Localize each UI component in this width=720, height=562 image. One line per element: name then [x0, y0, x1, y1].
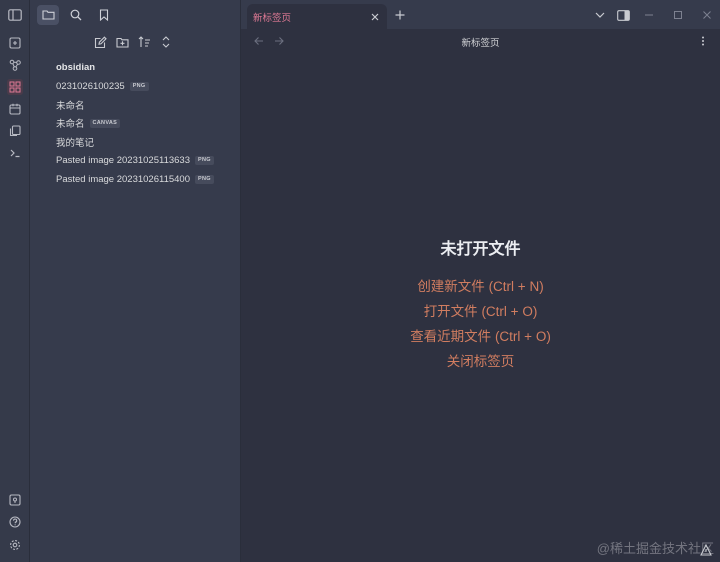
new-tab-button[interactable]: [393, 8, 407, 22]
maximize-icon[interactable]: [671, 8, 685, 22]
file-actions-bar: [92, 34, 174, 52]
close-icon[interactable]: [369, 11, 381, 23]
file-item[interactable]: 我的笔记: [56, 133, 236, 152]
status-triangle-icon[interactable]: [700, 544, 712, 556]
settings-icon[interactable]: [7, 537, 23, 553]
more-options-icon[interactable]: [698, 35, 708, 47]
chevron-down-icon[interactable]: [593, 8, 607, 22]
folder-icon[interactable]: [37, 4, 59, 25]
vault-icon[interactable]: [7, 492, 23, 508]
tab-new-tab[interactable]: 新标签页: [247, 4, 387, 29]
daily-note-icon[interactable]: [7, 101, 23, 117]
new-folder-icon[interactable]: [114, 34, 130, 50]
file-name: 未命名: [56, 100, 85, 112]
file-type-badge: CANVAS: [89, 118, 121, 128]
create-new-file-link[interactable]: 创建新文件 (Ctrl + N): [241, 274, 720, 299]
graph-view-icon[interactable]: [7, 57, 23, 73]
collapse-icon[interactable]: [158, 34, 174, 50]
tab-bar: 新标签页: [241, 0, 720, 29]
file-name: 未命名: [56, 119, 85, 131]
file-name: Pasted image 20231025113633: [56, 155, 190, 167]
minimize-icon[interactable]: [642, 8, 656, 22]
canvas-icon[interactable]: [7, 79, 23, 95]
file-item[interactable]: Pasted image 20231025113633 PNG: [56, 151, 236, 170]
close-window-icon[interactable]: [700, 8, 714, 22]
search-icon[interactable]: [65, 5, 87, 25]
watermark: @稀土掘金技术社区: [596, 541, 714, 556]
file-tree: obsidian 0231026100235 PNG 未命名 未命名 CANVA…: [56, 58, 236, 189]
file-type-badge: PNG: [195, 156, 214, 166]
recent-files-link[interactable]: 查看近期文件 (Ctrl + O): [241, 324, 720, 349]
file-name: 我的笔记: [56, 138, 95, 150]
tab-title: 新标签页: [253, 12, 292, 24]
help-icon[interactable]: [7, 514, 23, 530]
file-type-badge: PNG: [195, 174, 214, 184]
view-title: 新标签页: [461, 38, 500, 49]
file-item[interactable]: 0231026100235 PNG: [56, 77, 236, 96]
sidebar-toggle-icon[interactable]: [7, 7, 23, 23]
vault-name-label: obsidian: [56, 61, 96, 73]
file-item[interactable]: 未命名: [56, 95, 236, 114]
plus-icon: [395, 10, 405, 20]
view-header: 新标签页: [241, 29, 720, 53]
file-name: Pasted image 20231026115400: [56, 173, 190, 185]
command-palette-icon[interactable]: [7, 145, 23, 161]
vault-name[interactable]: obsidian: [56, 58, 236, 77]
main-content: 新标签页 未打开文件 创建新文件 (Ctrl + N) 打开文件 (Ctrl +…: [241, 29, 720, 562]
sidebar-right-toggle-icon[interactable]: [616, 8, 630, 22]
file-item[interactable]: 未命名 CANVAS: [56, 114, 236, 133]
empty-state-title: 未打开文件: [440, 241, 521, 258]
bookmark-icon[interactable]: [93, 5, 115, 25]
left-ribbon: [0, 0, 30, 562]
sort-icon[interactable]: [136, 34, 152, 50]
file-item[interactable]: Pasted image 20231026115400 PNG: [56, 170, 236, 189]
sidebar-tabs: [30, 0, 241, 29]
file-name: 0231026100235: [56, 80, 125, 92]
new-note-icon[interactable]: [92, 34, 108, 50]
file-type-badge: PNG: [129, 81, 149, 91]
open-quick-switcher-icon[interactable]: [7, 35, 23, 51]
templates-icon[interactable]: [7, 123, 23, 139]
close-tab-link[interactable]: 关闭标签页: [241, 349, 720, 374]
open-file-link[interactable]: 打开文件 (Ctrl + O): [241, 299, 720, 324]
empty-state-actions: 创建新文件 (Ctrl + N) 打开文件 (Ctrl + O) 查看近期文件 …: [241, 274, 720, 374]
